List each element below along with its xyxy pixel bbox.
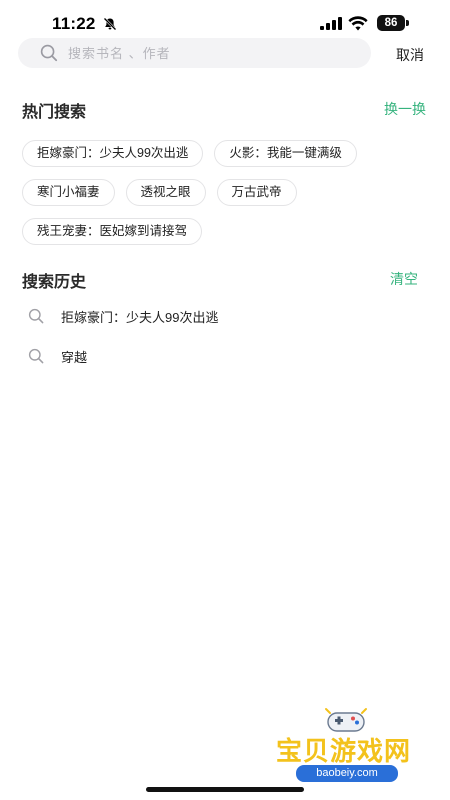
bell-slash-icon	[103, 17, 117, 31]
battery-icon: 86	[377, 15, 409, 31]
status-time: 11:22	[52, 14, 96, 33]
hot-search-chip[interactable]: 万古武帝	[216, 179, 297, 206]
history-header: 搜索历史 清空	[22, 268, 418, 291]
cancel-button[interactable]: 取消	[396, 45, 424, 65]
signal-icon	[320, 17, 342, 30]
hot-search-header: 热门搜索 换一换	[22, 98, 426, 121]
battery-tip	[406, 20, 409, 26]
hot-search-chip[interactable]: 透视之眼	[125, 179, 206, 206]
chip-row: 拒嫁豪门：少夫人99次出逃 火影：我能一键满级	[22, 140, 432, 167]
hot-search-chip[interactable]: 拒嫁豪门：少夫人99次出逃	[22, 140, 204, 167]
home-indicator[interactable]	[146, 787, 304, 792]
watermark-url: baobeiy.com	[296, 765, 398, 782]
clear-history-button[interactable]: 清空	[390, 269, 418, 289]
history-item[interactable]: 拒嫁豪门：少夫人99次出逃	[28, 305, 408, 327]
watermark-logo: 宝贝游戏网 baobeiy.com	[272, 705, 422, 790]
history-item-label: 穿越	[61, 350, 88, 365]
history-item[interactable]: 穿越	[28, 345, 408, 367]
hot-search-chip[interactable]: 火影：我能一键满级	[214, 140, 357, 167]
hot-search-chip[interactable]: 寒门小福妻	[22, 179, 115, 206]
history-item-label: 拒嫁豪门：少夫人99次出逃	[61, 310, 219, 325]
chip-row: 残王宠妻：医妃嫁到请接驾	[22, 218, 432, 245]
hot-search-title: 热门搜索	[22, 104, 87, 121]
search-icon	[28, 308, 44, 324]
chip-row: 寒门小福妻 透视之眼 万古武帝	[22, 179, 432, 206]
history-title: 搜索历史	[22, 274, 87, 291]
hot-search-chip[interactable]: 残王宠妻：医妃嫁到请接驾	[22, 218, 203, 245]
search-input[interactable]	[68, 38, 358, 68]
search-icon	[40, 44, 58, 62]
refresh-button[interactable]: 换一换	[384, 99, 426, 119]
search-icon	[28, 348, 44, 364]
watermark-text: 宝贝游戏网	[276, 736, 412, 766]
hot-search-list: 拒嫁豪门：少夫人99次出逃 火影：我能一键满级 寒门小福妻 透视之眼 万古武帝 …	[22, 140, 432, 257]
battery-level: 86	[377, 15, 405, 31]
wifi-icon	[348, 16, 368, 31]
search-bar[interactable]	[18, 38, 371, 68]
